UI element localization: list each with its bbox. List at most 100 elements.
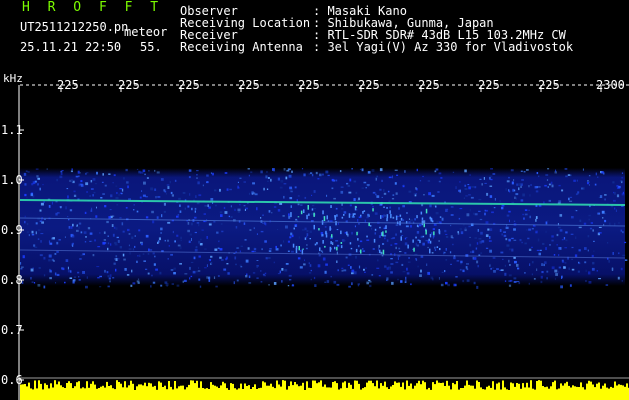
noise-speckle	[211, 172, 214, 176]
signal-bar	[80, 388, 82, 400]
noise-speckle	[550, 181, 553, 185]
noise-speckle	[208, 223, 212, 226]
noise-speckle	[39, 187, 41, 191]
signal-bar	[234, 388, 236, 400]
noise-speckle	[277, 209, 281, 212]
noise-speckle	[490, 168, 493, 170]
noise-speckle	[517, 267, 520, 270]
noise-speckle	[80, 231, 83, 234]
noise-speckle	[110, 194, 113, 198]
noise-speckle	[224, 172, 228, 174]
noise-speckle	[407, 261, 411, 263]
activity-speckle	[306, 214, 308, 220]
noise-speckle	[513, 179, 515, 181]
noise-speckle	[170, 269, 174, 271]
noise-speckle	[80, 254, 84, 256]
noise-speckle	[78, 222, 82, 225]
noise-speckle	[604, 198, 606, 201]
signal-bar	[218, 388, 220, 400]
image-type-label: meteor	[124, 25, 168, 39]
noise-speckle	[306, 236, 308, 238]
noise-speckle	[306, 244, 308, 246]
noise-speckle	[486, 192, 489, 196]
activity-speckle	[340, 242, 343, 244]
noise-speckle	[131, 236, 134, 239]
noise-speckle	[535, 230, 538, 234]
signal-bar	[372, 383, 374, 400]
noise-speckle	[194, 207, 197, 210]
activity-speckle	[412, 239, 414, 243]
noise-speckle	[551, 184, 554, 188]
noise-speckle	[491, 211, 494, 214]
noise-speckle	[368, 279, 371, 281]
activity-speckle	[322, 210, 324, 215]
signal-bar	[410, 383, 412, 400]
noise-speckle	[248, 174, 250, 177]
noise-speckle	[434, 170, 437, 173]
noise-speckle	[574, 254, 578, 258]
noise-speckle	[176, 284, 180, 287]
noise-speckle	[478, 198, 482, 201]
noise-speckle	[487, 228, 490, 231]
noise-speckle	[499, 200, 501, 203]
noise-speckle	[506, 214, 510, 217]
signal-bar	[562, 385, 564, 400]
noise-speckle	[256, 233, 258, 235]
noise-speckle	[450, 263, 452, 265]
noise-speckle	[402, 270, 406, 273]
signal-bar	[398, 382, 400, 400]
noise-speckle	[616, 187, 620, 189]
noise-speckle	[459, 181, 461, 183]
noise-speckle	[196, 170, 199, 172]
noise-speckle	[561, 261, 565, 263]
noise-speckle	[264, 240, 267, 243]
noise-speckle	[217, 275, 220, 277]
noise-speckle	[76, 229, 79, 232]
noise-speckle	[508, 259, 510, 263]
noise-speckle	[621, 176, 624, 179]
noise-speckle	[364, 271, 366, 273]
noise-speckle	[366, 281, 369, 285]
signal-bar	[34, 380, 36, 400]
noise-speckle	[147, 272, 150, 275]
noise-speckle	[143, 181, 146, 185]
signal-bar	[76, 382, 78, 400]
noise-speckle	[189, 233, 192, 236]
noise-speckle	[330, 275, 332, 278]
noise-speckle	[188, 169, 192, 172]
noise-speckle	[52, 237, 55, 240]
noise-speckle	[500, 269, 504, 271]
noise-speckle	[248, 275, 251, 278]
noise-speckle	[390, 271, 393, 274]
noise-speckle	[521, 241, 523, 244]
noise-speckle	[511, 181, 514, 185]
noise-speckle	[36, 175, 39, 178]
activity-speckle	[346, 231, 348, 236]
signal-bar	[418, 380, 420, 400]
noise-speckle	[377, 251, 379, 254]
noise-speckle	[265, 257, 268, 260]
noise-speckle	[366, 216, 369, 219]
noise-speckle	[331, 187, 334, 190]
signal-bar	[292, 385, 294, 400]
noise-speckle	[277, 177, 280, 181]
activity-speckle	[400, 217, 403, 221]
noise-speckle	[173, 272, 176, 275]
noise-speckle	[208, 259, 212, 261]
noise-speckle	[198, 223, 200, 227]
noise-speckle	[554, 277, 556, 280]
noise-speckle	[317, 178, 320, 180]
noise-speckle	[516, 263, 519, 267]
noise-speckle	[92, 178, 96, 181]
noise-speckle	[198, 194, 202, 197]
noise-speckle	[219, 188, 221, 192]
noise-speckle	[526, 228, 528, 231]
noise-speckle	[206, 236, 208, 239]
signal-bar	[440, 383, 442, 400]
noise-speckle	[427, 246, 429, 249]
signal-bar	[348, 382, 350, 400]
activity-speckle	[383, 206, 385, 208]
noise-speckle	[333, 197, 336, 200]
signal-bar	[226, 388, 228, 400]
noise-speckle	[275, 248, 279, 251]
